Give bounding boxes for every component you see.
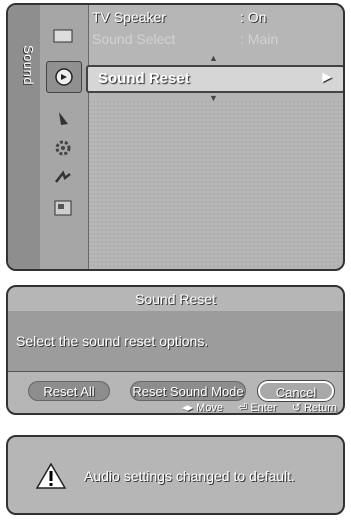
sound-reset-dialog: Sound Reset Select the sound reset optio…	[6, 285, 345, 415]
sound-tab-label: Sound	[21, 45, 36, 86]
menu-icon-column	[40, 5, 89, 269]
sound-reset-label: Sound Reset	[98, 70, 190, 87]
return-icon: ↺	[291, 402, 301, 414]
application-icon[interactable]	[52, 199, 74, 217]
menu-item-sound-select[interactable]: Sound Select : Main	[92, 29, 342, 49]
dialog-title: Sound Reset	[8, 287, 343, 312]
menu-item-tv-speaker[interactable]: TV Speaker : On	[92, 7, 342, 27]
menu-background	[88, 100, 343, 269]
picture-icon[interactable]	[52, 27, 74, 45]
tv-speaker-value: : On	[240, 9, 267, 25]
notification-panel: Audio settings changed to default.	[6, 435, 345, 515]
warning-icon	[35, 462, 67, 489]
scroll-up-indicator: ▲	[209, 53, 218, 63]
sound-menu-panel: Sound TV Speaker : On Sound Select : Mai…	[6, 3, 345, 271]
sound-icon[interactable]	[46, 61, 82, 93]
reset-all-button[interactable]: Reset All	[28, 381, 110, 401]
reset-sound-mode-button[interactable]: Reset Sound Mode	[130, 381, 246, 401]
enter-icon: ⏎	[238, 402, 248, 414]
sound-select-label: Sound Select	[92, 31, 176, 47]
cancel-button[interactable]: Cancel	[258, 381, 334, 401]
notification-message: Audio settings changed to default.	[84, 468, 295, 484]
dialog-message: Select the sound reset options.	[16, 333, 209, 349]
dialog-body: Select the sound reset options.	[8, 311, 343, 372]
enter-hint: ⏎ Enter	[238, 402, 277, 414]
return-hint: ↺ Return	[291, 402, 337, 414]
channel-icon[interactable]	[52, 109, 74, 127]
move-icon: ◂▸	[181, 402, 194, 414]
arrow-right-icon: ►	[319, 69, 335, 86]
setup-icon[interactable]	[52, 139, 74, 157]
menu-item-sound-reset[interactable]: Sound Reset ►	[86, 65, 343, 93]
move-hint: ◂▸ Move	[181, 402, 223, 414]
sound-tab[interactable]: Sound	[8, 5, 41, 269]
sound-select-value: : Main	[240, 31, 279, 47]
tv-speaker-label: TV Speaker	[92, 9, 166, 25]
navigation-hints: ◂▸ Move ⏎ Enter ↺ Return	[170, 401, 337, 414]
input-icon[interactable]	[52, 169, 74, 187]
